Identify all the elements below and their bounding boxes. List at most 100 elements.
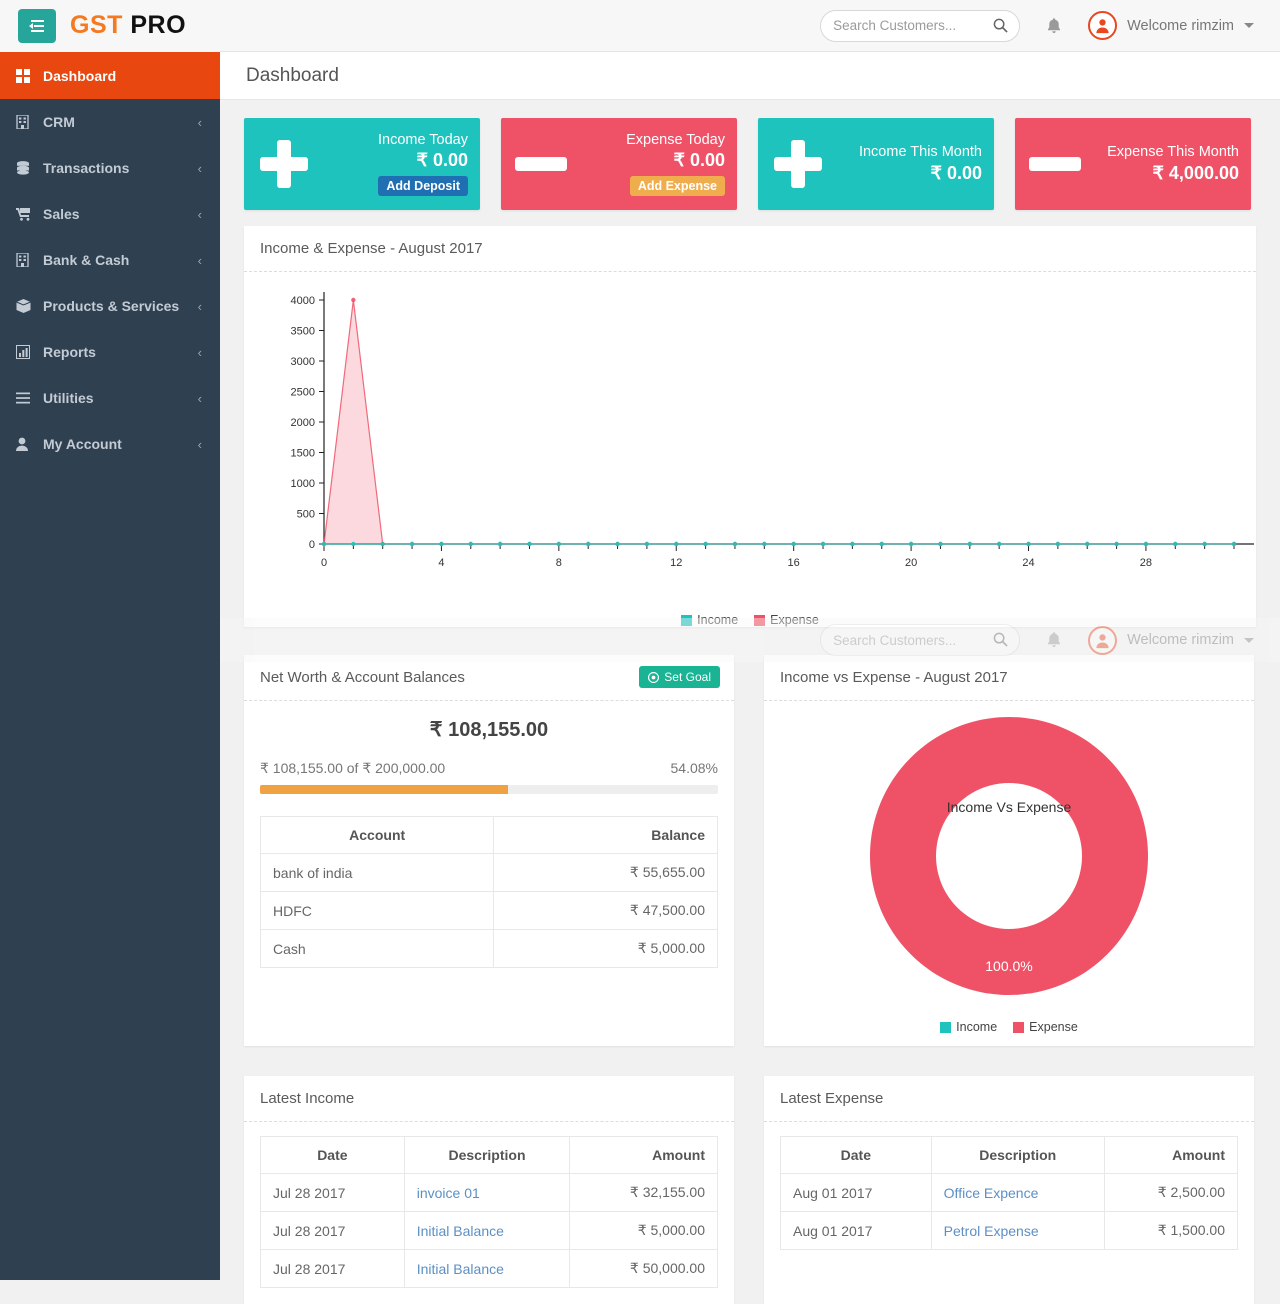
stat-title: Expense This Month [1107, 144, 1239, 161]
table-row: Jul 28 2017 invoice 01 ₹ 32,155.00 [260, 1173, 718, 1212]
chevron-left-icon[interactable]: ‹ [198, 345, 202, 360]
legend-income[interactable]: Income [940, 1020, 997, 1034]
panel-header: Latest Income [244, 1076, 734, 1122]
sidebar-item-products-services[interactable]: Products & Services ‹ [0, 283, 220, 329]
chevron-left-icon[interactable]: ‹ [198, 207, 202, 222]
legend-expense[interactable]: Expense [754, 613, 819, 627]
table-header-row: Date Description Amount [780, 1136, 1239, 1174]
table-row: bank of india ₹ 55,655.00 [259, 853, 718, 892]
building-icon [16, 115, 38, 129]
sidebar-item-label: Sales [43, 206, 80, 222]
table-header-row: Account Balance [259, 816, 718, 854]
stat-title: Income Today [377, 131, 468, 148]
table-cell[interactable]: invoice 01 [403, 1173, 571, 1212]
welcome-label: Welcome rimzim [1127, 17, 1234, 34]
sidebar-item-utilities[interactable]: Utilities ‹ [0, 375, 220, 421]
sidebar-item-sales[interactable]: Sales ‹ [0, 191, 220, 237]
panel-title: Latest Income [260, 1090, 355, 1107]
add-deposit-button[interactable]: Add Deposit [378, 175, 468, 197]
chevron-left-icon[interactable]: ‹ [198, 115, 202, 130]
goal-text: ₹ 108,155.00 of ₹ 200,000.00 [260, 760, 446, 776]
donut-chart-svg: Income Vs Expense 100.0% [869, 717, 1148, 995]
income-vs-expense-donut-chart[interactable]: Income Vs Expense 100.0% Income Expense [764, 701, 1254, 1046]
chevron-left-icon[interactable]: ‹ [198, 161, 202, 176]
stat-card-expense-this-month[interactable]: Expense This Month ₹ 4,000.00 [1015, 118, 1251, 210]
row-link[interactable]: Office Expence [944, 1185, 1039, 1201]
svg-text:20: 20 [905, 557, 917, 569]
logo-gst: GST [70, 11, 123, 39]
sidebar-item-transactions[interactable]: Transactions ‹ [0, 145, 220, 191]
row-link[interactable]: Initial Balance [417, 1223, 504, 1239]
chevron-left-icon[interactable]: ‹ [198, 391, 202, 406]
sidebar-item-bank-cash[interactable]: Bank & Cash ‹ [0, 237, 220, 283]
stat-amount: ₹ 0.00 [673, 150, 726, 171]
set-goal-button[interactable]: Set Goal [639, 666, 720, 688]
svg-text:Income Vs Expense: Income Vs Expense [947, 799, 1072, 815]
chevron-left-icon[interactable]: ‹ [198, 299, 202, 314]
column-amount: Amount [569, 1136, 718, 1174]
sidebar-item-label: Transactions [43, 160, 130, 176]
svg-text:0: 0 [309, 539, 315, 551]
row-link[interactable]: invoice 01 [417, 1185, 480, 1201]
stat-text: Income This Month ₹ 0.00 [859, 144, 982, 183]
svg-text:3000: 3000 [291, 356, 315, 368]
donut-legend: Income Expense [764, 1020, 1254, 1034]
svg-text:2000: 2000 [291, 417, 315, 429]
column-amount: Amount [1103, 1136, 1239, 1174]
sidebar-toggle-button[interactable] [18, 8, 56, 43]
user-menu[interactable]: Welcome rimzim [1088, 11, 1254, 40]
customer-search[interactable] [820, 9, 1021, 42]
app-logo[interactable]: GST PRO [70, 11, 186, 40]
legend-income[interactable]: Income [681, 613, 738, 627]
latest-income-table-body: Jul 28 2017 invoice 01 ₹ 32,155.00 Jul 28 2… [260, 1173, 718, 1288]
latest-expense-body: Date Description Amount Aug 01 2017 Offic… [764, 1122, 1254, 1266]
minus-icon [1029, 138, 1081, 190]
row-link[interactable]: Initial Balance [417, 1261, 504, 1277]
table-row: HDFC ₹ 47,500.00 [259, 891, 718, 930]
list-icon [16, 392, 38, 404]
cart-icon [16, 207, 38, 221]
latest-income-panel: Latest Income Date Description Amount Ju… [244, 1076, 734, 1304]
sidebar-item-reports[interactable]: Reports ‹ [0, 329, 220, 375]
table-cell: ₹ 5,000.00 [569, 1211, 718, 1250]
stat-text: Expense This Month ₹ 4,000.00 [1107, 144, 1239, 183]
goal-percent: 54.08% [670, 760, 718, 776]
sidebar-item-dashboard[interactable]: Dashboard [0, 52, 220, 99]
table-cell[interactable]: Petrol Expense [930, 1211, 1105, 1250]
stat-amount: ₹ 0.00 [930, 162, 983, 183]
table-cell: ₹ 5,000.00 [493, 929, 718, 968]
table-cell[interactable]: Initial Balance [403, 1211, 571, 1250]
table-cell: Aug 01 2017 [780, 1211, 932, 1250]
stat-card-expense-today[interactable]: Expense Today ₹ 0.00 Add Expense [501, 118, 737, 210]
row-link[interactable]: Petrol Expense [944, 1223, 1039, 1239]
svg-text:12: 12 [670, 557, 682, 569]
search-input[interactable] [833, 18, 984, 33]
chevron-left-icon[interactable]: ‹ [198, 253, 202, 268]
sidebar-item-crm[interactable]: CRM ‹ [0, 99, 220, 145]
table-cell[interactable]: Office Expence [930, 1173, 1105, 1212]
bar-chart-icon [16, 345, 38, 359]
table-row: Cash ₹ 5,000.00 [259, 929, 718, 968]
caret-down-icon[interactable] [1244, 23, 1254, 28]
net-worth-panel: Net Worth & Account Balances Set Goal ₹ … [244, 655, 734, 1046]
table-cell: ₹ 1,500.00 [1103, 1211, 1239, 1250]
table-cell[interactable]: Initial Balance [403, 1249, 571, 1288]
third-row: Latest Income Date Description Amount Ju… [244, 1076, 1256, 1304]
header-right-tools: Welcome rimzim [820, 9, 1280, 42]
stat-card-income-today[interactable]: Income Today ₹ 0.00 Add Deposit [244, 118, 480, 210]
chevron-left-icon[interactable]: ‹ [198, 437, 202, 452]
legend-expense[interactable]: Expense [1013, 1020, 1078, 1034]
sidebar-item-my-account[interactable]: My Account ‹ [0, 421, 220, 467]
svg-text:24: 24 [1022, 557, 1034, 569]
content-body: Income Today ₹ 0.00 Add Deposit Expense … [220, 100, 1280, 1304]
search-icon[interactable] [993, 18, 1008, 33]
bell-icon[interactable] [1046, 17, 1062, 35]
box-icon [16, 299, 38, 313]
account-table-body: bank of india ₹ 55,655.00 HDFC ₹ 47,500.00 C… [259, 853, 718, 968]
account-balances-table: Account Balance bank of india ₹ 55,655.00… [259, 816, 718, 968]
income-expense-area-chart[interactable]: 0 500 1000 1500 2000 2500 3000 3500 4000 0 4 8 12 16 2… [244, 272, 1256, 627]
add-expense-button[interactable]: Add Expense [629, 175, 725, 197]
net-worth-body: ₹ 108,155.00 ₹ 108,155.00 of ₹ 200,000.0… [244, 701, 734, 988]
plus-icon [772, 138, 824, 190]
stat-card-income-this-month[interactable]: Income This Month ₹ 0.00 [758, 118, 994, 210]
